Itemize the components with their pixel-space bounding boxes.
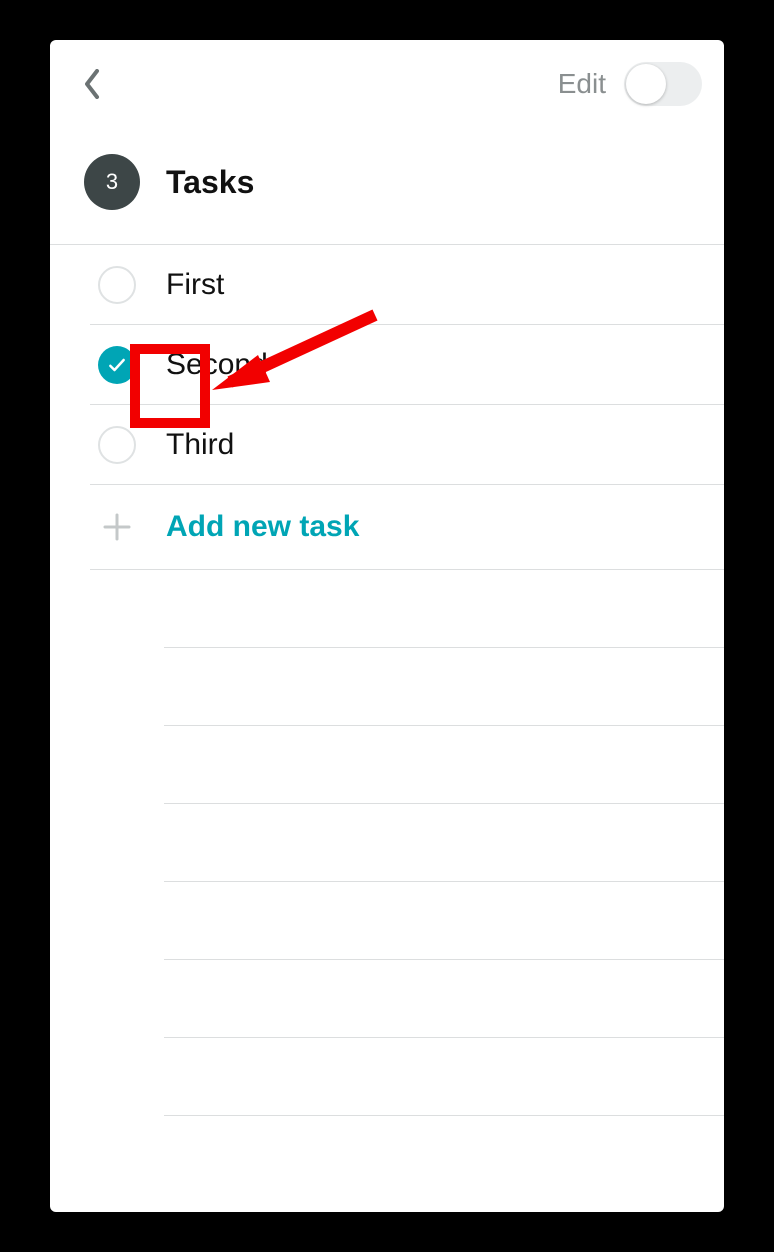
header-right: Edit xyxy=(558,62,702,106)
add-task-label: Add new task xyxy=(166,510,359,544)
chevron-left-icon xyxy=(83,69,101,99)
task-checkbox-0[interactable] xyxy=(98,266,136,304)
empty-slots xyxy=(90,570,724,1116)
empty-slot xyxy=(164,570,724,648)
empty-slot xyxy=(164,960,724,1038)
task-row[interactable]: Second xyxy=(90,325,724,405)
task-checkbox-1[interactable] xyxy=(98,346,136,384)
empty-slot xyxy=(164,648,724,726)
section-title: Tasks xyxy=(166,164,254,201)
task-count: 3 xyxy=(106,169,118,195)
header-bar: Edit xyxy=(50,40,724,128)
section-header: 3 Tasks xyxy=(50,128,724,245)
back-button[interactable] xyxy=(72,64,112,104)
task-list: First Second Third Add new task xyxy=(50,245,724,1116)
empty-slot xyxy=(164,726,724,804)
task-row[interactable]: Third xyxy=(90,405,724,485)
task-label: First xyxy=(166,268,224,302)
task-label: Third xyxy=(166,428,234,462)
task-label: Second xyxy=(166,348,268,382)
empty-slot xyxy=(164,804,724,882)
edit-toggle[interactable] xyxy=(624,62,702,106)
empty-slot xyxy=(164,882,724,960)
task-row[interactable]: First xyxy=(90,245,724,325)
check-icon xyxy=(107,355,127,375)
task-checkbox-2[interactable] xyxy=(98,426,136,464)
empty-slot xyxy=(164,1038,724,1116)
plus-icon xyxy=(98,508,136,546)
edit-label: Edit xyxy=(558,68,606,100)
toggle-knob xyxy=(626,64,666,104)
app-screen: Edit 3 Tasks First Second Third xyxy=(50,40,724,1212)
task-count-badge: 3 xyxy=(84,154,140,210)
add-task-button[interactable]: Add new task xyxy=(90,484,724,570)
